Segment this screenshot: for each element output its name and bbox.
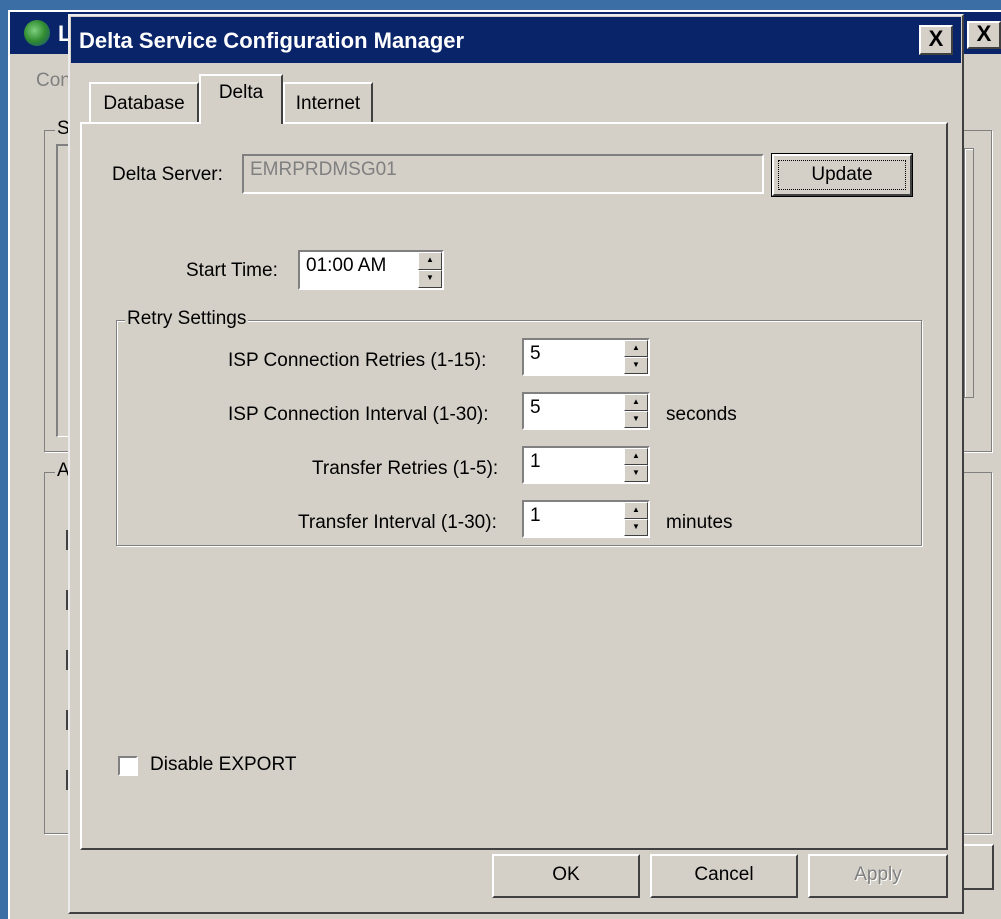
isp-retries-label: ISP Connection Retries (1-15): (228, 350, 487, 371)
background-menu-item[interactable]: Con (36, 70, 71, 92)
spin-down-icon[interactable]: ▼ (624, 357, 648, 374)
spin-down-icon[interactable]: ▼ (418, 270, 442, 288)
tab-internet[interactable]: Internet (283, 82, 373, 122)
transfer-interval-value: 1 (530, 505, 541, 526)
transfer-retries-value: 1 (530, 451, 541, 472)
transfer-interval-spinner: ▲ ▼ (624, 502, 648, 536)
isp-interval-unit: seconds (666, 404, 737, 425)
spin-up-icon[interactable]: ▲ (624, 340, 648, 357)
delta-server-value: EMRPRDMSG01 (250, 159, 397, 180)
tab-internet-label: Internet (295, 93, 361, 114)
spin-down-icon[interactable]: ▼ (624, 519, 648, 536)
dialog-close-button[interactable]: X (919, 25, 953, 55)
isp-interval-field[interactable]: 5 ▲ ▼ (522, 392, 650, 430)
delta-server-label: Delta Server: (112, 164, 223, 185)
tab-panel-delta: Delta Server: EMRPRDMSG01 Update Start T… (80, 122, 948, 850)
isp-retries-spinner: ▲ ▼ (624, 340, 648, 374)
dialog-title: Delta Service Configuration Manager (79, 28, 465, 53)
update-button[interactable]: Update (771, 153, 913, 197)
spin-up-icon[interactable]: ▲ (418, 252, 442, 270)
tab-database-label: Database (103, 93, 185, 114)
app-globe-icon (24, 20, 50, 46)
background-scroll (964, 148, 974, 398)
spin-down-icon[interactable]: ▼ (624, 411, 648, 428)
background-close-button[interactable]: X (967, 21, 1001, 49)
transfer-interval-unit: minutes (666, 512, 733, 533)
isp-interval-label: ISP Connection Interval (1-30): (228, 404, 489, 425)
background-group-right-bottom (960, 472, 992, 834)
transfer-retries-spinner: ▲ ▼ (624, 448, 648, 482)
spin-down-icon[interactable]: ▼ (624, 465, 648, 482)
update-button-label: Update (778, 160, 906, 190)
spin-up-icon[interactable]: ▲ (624, 448, 648, 465)
transfer-interval-label: Transfer Interval (1-30): (298, 512, 497, 533)
isp-interval-value: 5 (530, 397, 541, 418)
spin-up-icon[interactable]: ▲ (624, 502, 648, 519)
config-dialog: Delta Service Configuration Manager X Da… (68, 14, 964, 914)
cancel-button[interactable]: Cancel (650, 854, 798, 898)
retry-settings-legend: Retry Settings (125, 308, 249, 330)
background-button[interactable] (960, 844, 994, 890)
start-time-field[interactable]: 01:00 AM ▲ ▼ (298, 250, 444, 290)
delta-server-field: EMRPRDMSG01 (242, 154, 764, 194)
dialog-titlebar[interactable]: Delta Service Configuration Manager X (71, 17, 961, 63)
spin-up-icon[interactable]: ▲ (624, 394, 648, 411)
tab-delta-label: Delta (218, 82, 264, 103)
tab-database[interactable]: Database (89, 82, 199, 122)
isp-retries-field[interactable]: 5 ▲ ▼ (522, 338, 650, 376)
start-time-spinner: ▲ ▼ (418, 252, 442, 288)
tab-delta[interactable]: Delta (199, 74, 283, 124)
isp-interval-spinner: ▲ ▼ (624, 394, 648, 428)
transfer-retries-field[interactable]: 1 ▲ ▼ (522, 446, 650, 484)
start-time-label: Start Time: (186, 260, 278, 281)
start-time-value: 01:00 AM (306, 255, 387, 276)
disable-export-checkbox[interactable] (118, 756, 138, 776)
disable-export-label[interactable]: Disable EXPORT (150, 754, 296, 776)
ok-button[interactable]: OK (492, 854, 640, 898)
apply-button[interactable]: Apply (808, 854, 948, 898)
isp-retries-value: 5 (530, 343, 541, 364)
transfer-interval-field[interactable]: 1 ▲ ▼ (522, 500, 650, 538)
transfer-retries-label: Transfer Retries (1-5): (312, 458, 499, 479)
